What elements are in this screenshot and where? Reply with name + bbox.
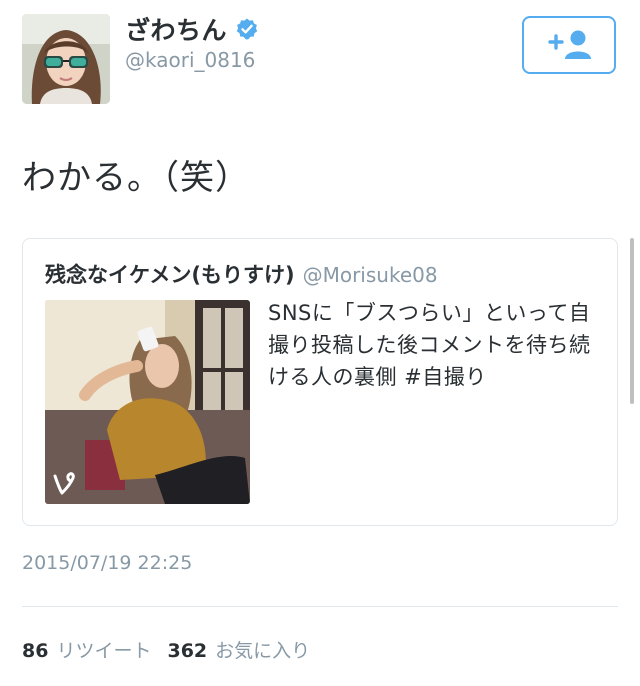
- quoted-tweet-text: SNSに「ブスつらい」といって自撮り投稿した後コメントを待ち続ける人の裏側 #自…: [268, 301, 591, 389]
- quoted-handle: @Morisuke08: [302, 263, 438, 287]
- vine-icon: [53, 472, 75, 495]
- quoted-display-name: 残念なイケメン(もりすけ): [45, 263, 295, 287]
- stats-divider: [22, 606, 618, 607]
- tweet-stats: 86 リツイート 362 お気に入り: [22, 636, 310, 663]
- favorite-label[interactable]: お気に入り: [215, 636, 310, 663]
- author-name-row[interactable]: ざわちん: [125, 12, 259, 46]
- author-handle[interactable]: @kaori_0816: [125, 48, 255, 72]
- author-avatar[interactable]: [22, 14, 110, 104]
- quoted-tweet-card[interactable]: 残念なイケメン(もりすけ)@Morisuke08 SNSに「ブスつらい」といっ: [22, 238, 618, 526]
- vine-badge: [45, 464, 85, 504]
- author-display-name[interactable]: ざわちん: [125, 11, 227, 47]
- scrollbar[interactable]: [630, 238, 634, 404]
- verified-badge-icon: [236, 18, 258, 40]
- tweet-text: わかる。（笑）: [22, 158, 250, 198]
- retweet-count[interactable]: 86: [22, 640, 48, 662]
- tweet-timestamp[interactable]: 2015/07/19 22:25: [22, 552, 192, 574]
- avatar-photo: [22, 14, 110, 104]
- retweet-label[interactable]: リツイート: [56, 636, 151, 663]
- quoted-media-thumbnail[interactable]: [45, 300, 250, 504]
- follow-button[interactable]: [522, 16, 616, 74]
- favorite-count[interactable]: 362: [167, 640, 207, 662]
- add-user-icon: [548, 30, 591, 59]
- quoted-tweet-header: 残念なイケメン(もりすけ) @Morisuke08: [45, 259, 438, 289]
